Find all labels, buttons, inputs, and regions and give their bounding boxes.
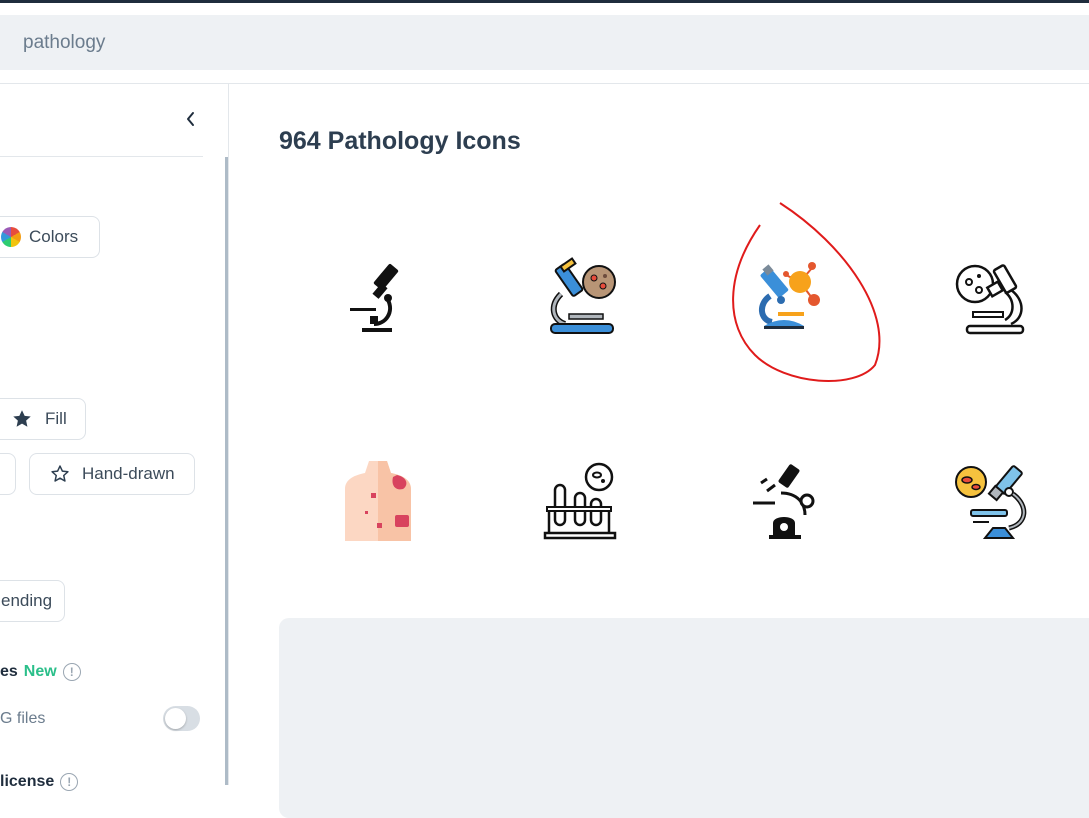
page-title: 964 Pathology Icons	[279, 127, 521, 155]
star-outline-icon	[51, 465, 69, 482]
microscope-glyph-icon[interactable]	[316, 236, 436, 356]
sidebar-border	[228, 84, 229, 785]
sidebar-divider	[0, 156, 203, 157]
bottom-content-panel	[279, 618, 1089, 818]
fill-style-label: Fill	[45, 409, 67, 428]
info-icon[interactable]: !	[62, 663, 81, 681]
microscope-petri-lineal-color-icon[interactable]	[521, 236, 641, 356]
star-filled-icon	[13, 410, 31, 427]
trending-sort-label: ending	[1, 591, 53, 610]
search-bar[interactable]	[0, 15, 1089, 70]
license-label: license	[0, 773, 55, 790]
license-info-icon[interactable]: !	[60, 773, 79, 791]
search-input[interactable]	[0, 15, 1089, 70]
header-divider	[0, 83, 1089, 84]
file-format-label: es	[0, 663, 18, 680]
new-badge: New	[23, 663, 57, 680]
hand-drawn-style-label: Hand-drawn	[82, 464, 175, 483]
chevron-left-icon	[187, 112, 194, 126]
collapse-sidebar-button[interactable]	[180, 108, 202, 130]
license-heading: license !	[0, 773, 79, 791]
style-button-partial[interactable]	[0, 453, 16, 495]
svg-files-toggle[interactable]	[163, 706, 200, 731]
test-tubes-bacteria-outline-icon[interactable]	[522, 440, 642, 560]
hand-drawn-style-button[interactable]: Hand-drawn	[29, 453, 195, 495]
sidebar-scrollbar[interactable]	[225, 157, 228, 785]
torso-skin-flat-icon[interactable]	[318, 440, 438, 560]
microscope-bacteria-lineal-color-icon[interactable]	[931, 440, 1051, 560]
microscope-petri-outline-icon[interactable]	[931, 236, 1051, 356]
annotation-circle	[732, 202, 881, 382]
toggle-knob	[165, 708, 186, 729]
top-border	[0, 0, 1089, 3]
microscope-robotic-glyph-icon[interactable]	[726, 440, 846, 560]
fill-style-button[interactable]: Fill	[0, 398, 86, 440]
file-format-heading: es New !	[0, 663, 81, 681]
color-wheel-icon	[1, 227, 21, 247]
colors-filter-label: Colors	[29, 227, 79, 246]
trending-sort-button[interactable]: ending	[0, 580, 65, 622]
svg-files-label: G files	[0, 710, 46, 727]
colors-filter-button[interactable]: Colors	[0, 216, 100, 258]
